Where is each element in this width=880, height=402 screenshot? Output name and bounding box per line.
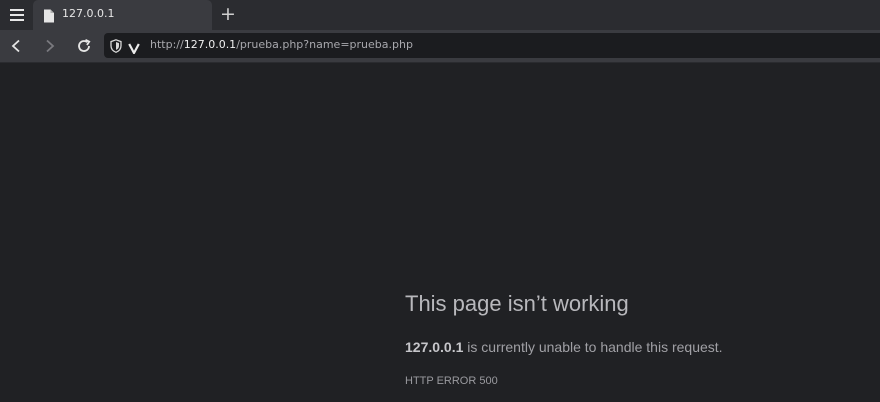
- chevron-left-icon: [11, 39, 20, 53]
- error-title: This page isn’t working: [405, 291, 629, 316]
- address-bar[interactable]: http://127.0.0.1/prueba.php?name=prueba.…: [104, 33, 880, 58]
- document-icon: [43, 8, 55, 27]
- new-tab-button[interactable]: +: [214, 2, 242, 28]
- tab-title: 127.0.0.1: [62, 7, 115, 20]
- error-message: 127.0.0.1 is currently unable to handle …: [405, 339, 723, 355]
- reload-button[interactable]: [68, 30, 100, 62]
- url-scheme: http://: [150, 38, 184, 51]
- tab-active[interactable]: 127.0.0.1: [33, 0, 212, 30]
- vivaldi-logo-icon: [128, 39, 140, 58]
- reload-icon: [78, 38, 91, 52]
- error-host: 127.0.0.1: [405, 339, 464, 355]
- back-button[interactable]: [0, 30, 32, 62]
- error-message-text: is currently unable to handle this reque…: [463, 339, 723, 355]
- url-path: /prueba.php?name=prueba.php: [236, 38, 413, 51]
- shield-icon[interactable]: [110, 38, 122, 57]
- tab-strip: 127.0.0.1 +: [0, 0, 880, 30]
- browser-toolbar: http://127.0.0.1/prueba.php?name=prueba.…: [0, 30, 880, 62]
- chevron-right-icon: [46, 39, 55, 53]
- forward-button[interactable]: [34, 30, 66, 62]
- error-code: HTTP ERROR 500: [405, 375, 498, 387]
- hamburger-menu-icon: [9, 9, 24, 21]
- main-menu-button[interactable]: [0, 0, 33, 30]
- url-host: 127.0.0.1: [183, 38, 237, 51]
- address-text[interactable]: http://127.0.0.1/prueba.php?name=prueba.…: [150, 38, 413, 51]
